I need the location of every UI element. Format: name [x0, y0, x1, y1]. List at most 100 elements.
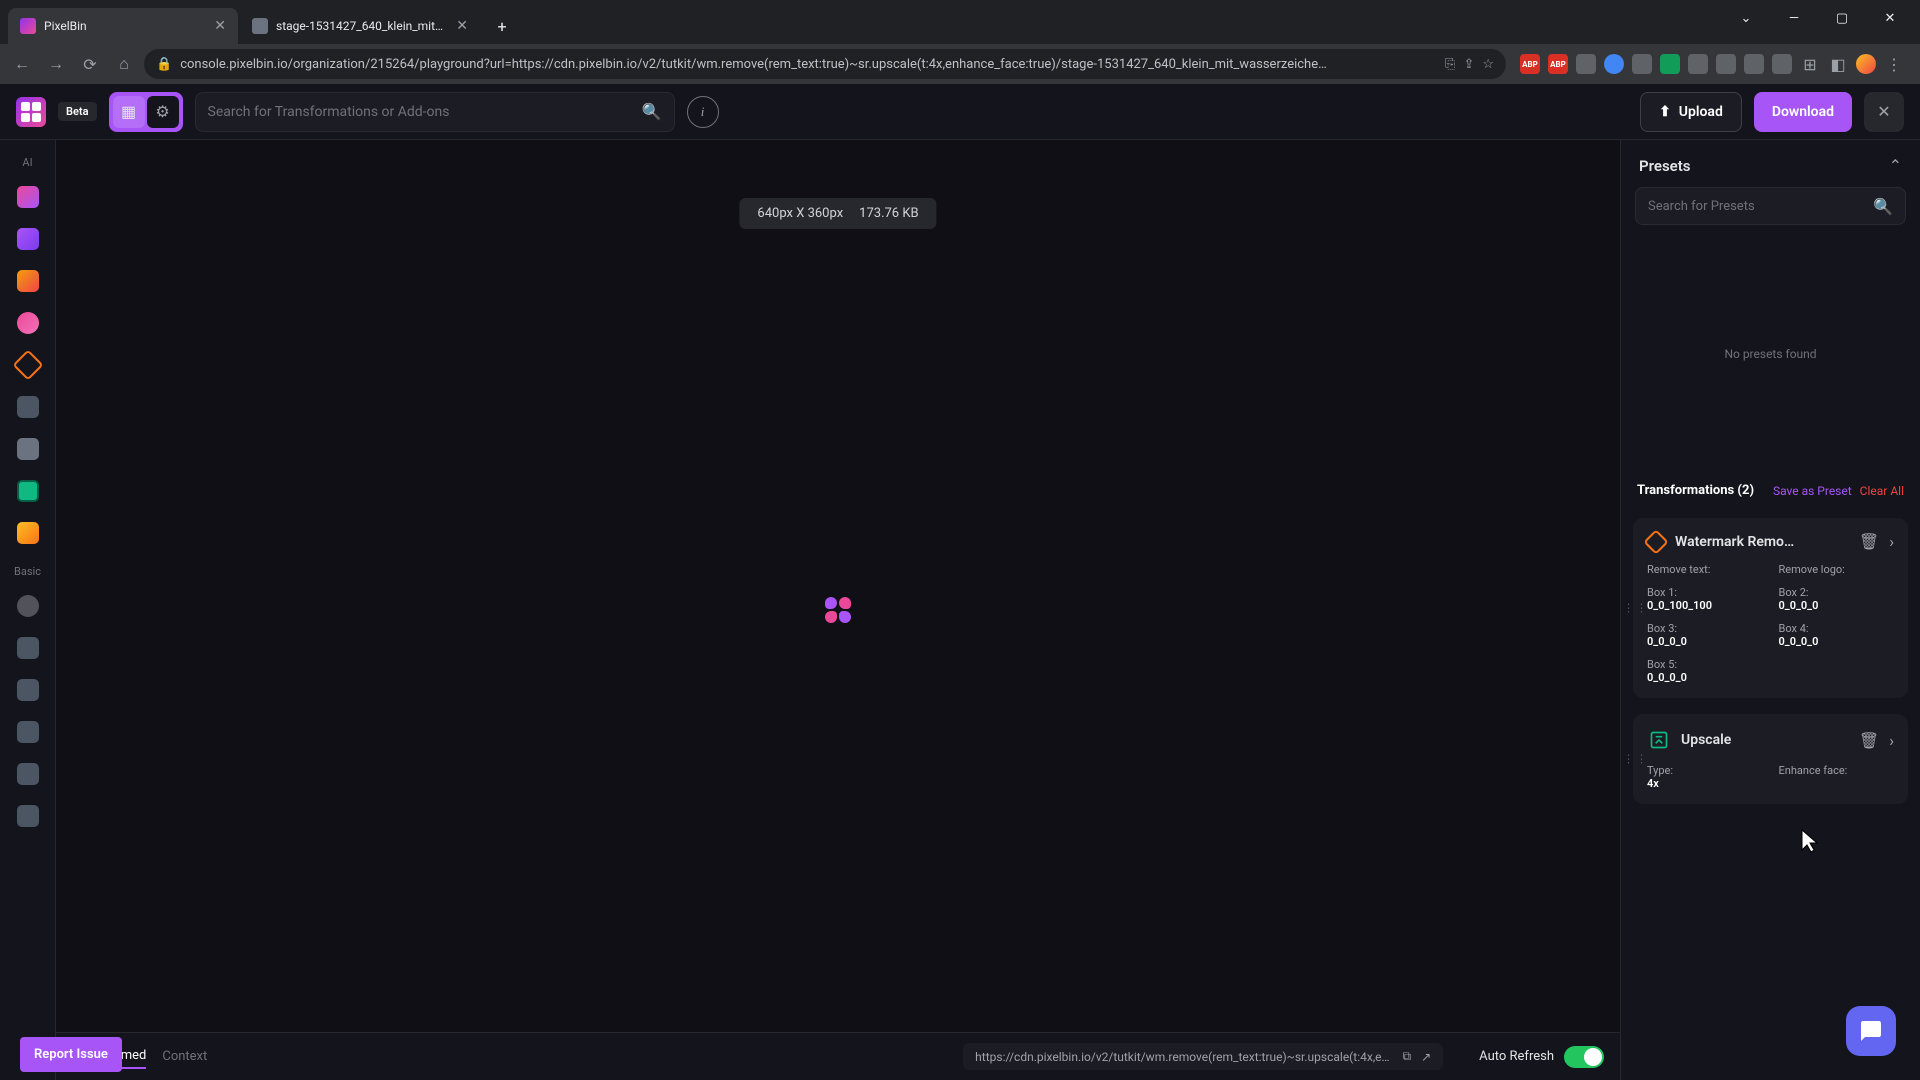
extension-icon[interactable] [1632, 54, 1652, 74]
param-label: Box 1: [1647, 586, 1763, 599]
extension-icon[interactable] [1772, 54, 1792, 74]
minimize-icon[interactable]: — [1772, 4, 1816, 32]
upload-label: Upload [1679, 104, 1723, 120]
logo-icon[interactable] [16, 97, 46, 127]
preset-search-input[interactable] [1648, 199, 1873, 214]
preset-search[interactable]: 🔍 [1635, 187, 1906, 225]
transform-card-upscale[interactable]: ⋮⋮ Upscale 🗑 › Type:4x Enhance face: [1633, 714, 1908, 804]
sidebar-tool-generic[interactable] [10, 630, 46, 666]
param-label: Box 2: [1779, 586, 1895, 599]
param-label: Remove text: [1647, 563, 1763, 576]
auto-refresh-control: Auto Refresh [1479, 1046, 1604, 1068]
clear-all-link[interactable]: Clear All [1860, 484, 1904, 498]
home-icon[interactable]: ⌂ [110, 50, 138, 78]
sidebar-tool-blur[interactable] [10, 588, 46, 624]
presets-header[interactable]: Presets ⌃ [1621, 140, 1920, 187]
auto-refresh-toggle[interactable] [1564, 1046, 1604, 1068]
app-topbar: Beta ▦ ⚙ 🔍 i ⬆ Upload Download ✕ [0, 84, 1920, 140]
extension-icon[interactable] [1576, 54, 1596, 74]
sidebar-tool-enhance[interactable] [10, 515, 46, 551]
star-icon[interactable]: ☆ [1482, 57, 1494, 72]
extension-icon[interactable] [1604, 54, 1624, 74]
sidebar-tool-car[interactable] [10, 263, 46, 299]
code-mode-icon[interactable]: ⚙ [147, 96, 179, 128]
drag-handle-icon[interactable]: ⋮⋮ [1623, 753, 1649, 766]
transformations-header: Transformations (2) Save as Preset Clear… [1621, 471, 1920, 510]
drag-handle-icon[interactable]: ⋮⋮ [1623, 602, 1649, 615]
delete-icon[interactable]: 🗑 [1859, 731, 1879, 750]
maximize-icon[interactable]: ▢ [1820, 4, 1864, 32]
side-panel-icon[interactable]: ◧ [1828, 54, 1848, 74]
extension-icon[interactable] [1660, 54, 1680, 74]
param-value: 0_0_0_0 [1647, 671, 1687, 684]
share-icon[interactable]: ⇪ [1463, 57, 1474, 72]
search-icon[interactable]: 🔍 [642, 102, 662, 121]
close-icon[interactable]: ✕ [214, 18, 226, 34]
image-meta: 640px X 360px 173.76 KB [739, 198, 936, 229]
info-icon[interactable]: i [687, 96, 719, 128]
back-icon[interactable]: ← [8, 50, 36, 78]
image-mode-icon[interactable]: ▦ [113, 96, 145, 128]
chat-fab-button[interactable] [1846, 1006, 1896, 1056]
chevron-right-icon[interactable]: › [1889, 731, 1894, 750]
param-value: 0_0_100_100 [1647, 599, 1712, 612]
abp-extension-icon[interactable]: ABP [1520, 54, 1540, 74]
browser-tab-active[interactable]: PixelBin ✕ [8, 8, 238, 44]
tab-title: PixelBin [44, 19, 206, 33]
delete-icon[interactable]: 🗑 [1859, 532, 1879, 551]
output-url-display: https://cdn.pixelbin.io/v2/tutkit/wm.rem… [963, 1043, 1443, 1070]
sidebar-tool-face[interactable] [10, 305, 46, 341]
sidebar-tool-generic[interactable] [10, 389, 46, 425]
left-sidebar: AI Basic [0, 140, 56, 1080]
chevron-down-icon[interactable]: ⌄ [1724, 4, 1768, 32]
copy-icon[interactable]: ⧉ [1403, 1049, 1412, 1064]
transform-card-watermark[interactable]: ⋮⋮ Watermark Remo… 🗑 › Remove text: Remo… [1633, 518, 1908, 698]
url-text: console.pixelbin.io/organization/215264/… [180, 57, 1437, 72]
avatar-icon[interactable] [1856, 54, 1876, 74]
auto-refresh-label: Auto Refresh [1479, 1049, 1554, 1064]
close-panel-button[interactable]: ✕ [1864, 92, 1904, 132]
sidebar-tool-erasebg[interactable] [10, 179, 46, 215]
search-input[interactable] [208, 104, 634, 120]
sidebar-tool-generic[interactable] [10, 756, 46, 792]
translate-icon[interactable]: ⎘ [1445, 57, 1455, 72]
sidebar-tool-generic[interactable] [10, 714, 46, 750]
search-box[interactable]: 🔍 [195, 92, 675, 132]
extension-icons: ABP ABP ⊞ ◧ ⋮ [1512, 54, 1912, 74]
reload-icon[interactable]: ⟳ [76, 50, 104, 78]
upload-button[interactable]: ⬆ Upload [1640, 92, 1742, 132]
tab-title: stage-1531427_640_klein_mit_w… [276, 19, 448, 33]
close-icon[interactable]: ✕ [1868, 4, 1912, 32]
transformations-title: Transformations (2) [1637, 483, 1754, 498]
browser-tab-inactive[interactable]: stage-1531427_640_klein_mit_w… ✕ [240, 8, 480, 44]
sidebar-tool-upscale[interactable] [10, 473, 46, 509]
chevron-up-icon[interactable]: ⌃ [1889, 156, 1902, 175]
menu-icon[interactable]: ⋮ [1884, 54, 1904, 74]
new-tab-button[interactable]: + [488, 12, 516, 40]
chevron-right-icon[interactable]: › [1889, 532, 1894, 551]
close-icon[interactable]: ✕ [456, 18, 468, 34]
beta-badge: Beta [58, 102, 97, 121]
url-field[interactable]: 🔒 console.pixelbin.io/organization/21526… [144, 49, 1506, 79]
open-link-icon[interactable]: ↗ [1421, 1050, 1431, 1064]
puzzle-icon[interactable]: ⊞ [1800, 54, 1820, 74]
sidebar-tool-generic[interactable] [10, 431, 46, 467]
param-value: 0_0_0_0 [1647, 635, 1687, 648]
forward-icon[interactable]: → [42, 50, 70, 78]
search-icon[interactable]: 🔍 [1873, 197, 1893, 216]
sidebar-section-ai: AI [22, 156, 32, 169]
window-controls: ⌄ — ▢ ✕ [1724, 0, 1912, 32]
save-as-preset-link[interactable]: Save as Preset [1773, 484, 1852, 498]
extension-icon[interactable] [1744, 54, 1764, 74]
sidebar-tool-generic[interactable] [10, 798, 46, 834]
sidebar-tool-generic[interactable] [10, 672, 46, 708]
report-issue-button[interactable]: Report Issue [20, 1037, 122, 1072]
abp-extension-icon[interactable]: ABP [1548, 54, 1568, 74]
extension-icon[interactable] [1716, 54, 1736, 74]
extension-icon[interactable] [1688, 54, 1708, 74]
mode-toggle[interactable]: ▦ ⚙ [109, 92, 183, 132]
sidebar-tool-watermark[interactable] [10, 347, 46, 383]
sidebar-tool-bg[interactable] [10, 221, 46, 257]
download-button[interactable]: Download [1754, 92, 1852, 132]
tab-context[interactable]: Context [162, 1045, 207, 1068]
